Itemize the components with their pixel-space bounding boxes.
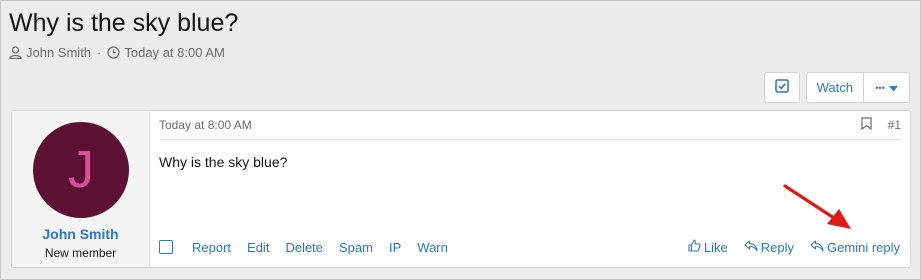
ip-link[interactable]: IP xyxy=(389,240,401,255)
post-header-right: #1 xyxy=(861,117,901,133)
post-footer: Report Edit Delete Spam IP Warn Like Rep… xyxy=(159,237,900,257)
avatar-letter: J xyxy=(68,141,94,199)
post-number-link[interactable]: #1 xyxy=(888,118,901,132)
post-user-title: New member xyxy=(44,246,117,260)
edit-link[interactable]: Edit xyxy=(247,240,269,255)
select-button-group xyxy=(763,72,800,103)
caret-down-icon xyxy=(888,80,898,95)
delete-link[interactable]: Delete xyxy=(285,240,323,255)
post-header: Today at 8:00 AM #1 xyxy=(159,111,901,140)
select-post-checkbox[interactable] xyxy=(159,240,173,254)
reply-arrow-icon xyxy=(810,239,824,255)
like-button[interactable]: Like xyxy=(688,239,728,255)
more-options-button[interactable]: ••• xyxy=(863,73,909,102)
meta-separator: · xyxy=(97,45,102,60)
checkbox-checked-icon xyxy=(774,79,789,96)
thread-meta: John Smith · Today at 8:00 AM xyxy=(9,45,225,60)
select-thread-button[interactable] xyxy=(765,73,799,102)
reply-arrow-icon xyxy=(744,239,758,255)
thread-title: Why is the sky blue? xyxy=(9,9,239,37)
more-dots: ••• xyxy=(875,82,885,93)
spam-link[interactable]: Spam xyxy=(339,240,373,255)
like-label: Like xyxy=(703,239,728,255)
gemini-reply-button[interactable]: Gemini reply xyxy=(810,240,900,255)
post-body: Why is the sky blue? xyxy=(159,154,288,170)
thread-toolbar: Watch ••• xyxy=(763,72,910,103)
post-actions-left: Report Edit Delete Spam IP Warn xyxy=(159,240,464,255)
reply-label: Reply xyxy=(760,239,795,255)
post-date-link[interactable]: Today at 8:00 AM xyxy=(159,118,252,132)
user-icon xyxy=(9,46,22,59)
reply-button[interactable]: Reply xyxy=(744,240,794,255)
watch-more-group: Watch ••• xyxy=(805,72,910,103)
thread-author-link[interactable]: John Smith xyxy=(26,45,91,60)
post-main-cell: Today at 8:00 AM #1 Why is the sky blue?… xyxy=(150,111,910,267)
warn-link[interactable]: Warn xyxy=(417,240,448,255)
bookmark-icon[interactable] xyxy=(861,117,872,133)
thread-date-link[interactable]: Today at 8:00 AM xyxy=(124,45,224,60)
report-link[interactable]: Report xyxy=(192,240,231,255)
post-message: J John Smith New member Today at 8:00 AM… xyxy=(11,110,911,268)
avatar[interactable]: J xyxy=(33,122,129,218)
post-user-cell: J John Smith New member xyxy=(12,111,150,267)
watch-button[interactable]: Watch xyxy=(807,73,863,102)
post-actions-right: Like Reply Gemini reply xyxy=(688,239,900,255)
thumbs-up-icon xyxy=(688,239,701,255)
clock-icon xyxy=(107,46,120,59)
post-username[interactable]: John Smith xyxy=(12,226,149,242)
gemini-reply-label: Gemini reply xyxy=(827,239,900,255)
